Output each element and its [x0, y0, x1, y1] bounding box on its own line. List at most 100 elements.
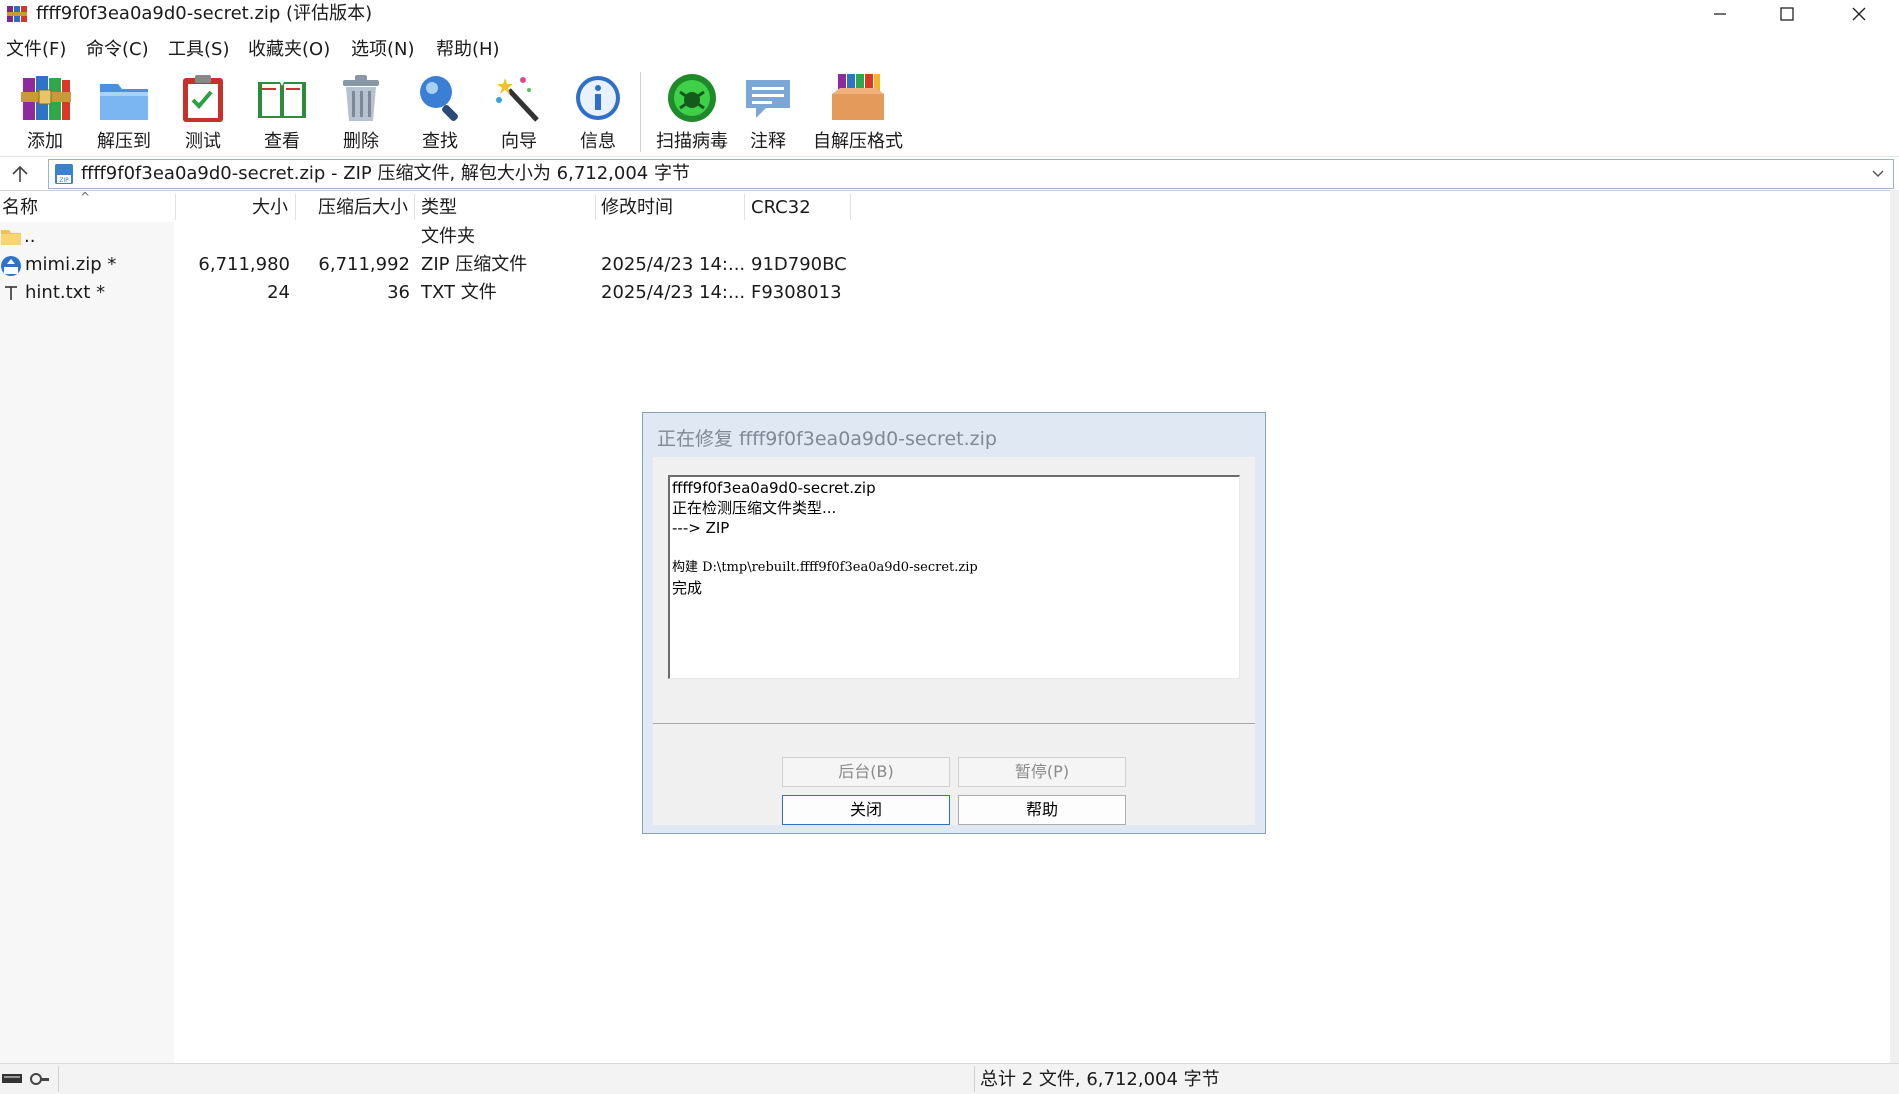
dialog-separator: [653, 723, 1255, 724]
log-line: ffff9f0f3ea0a9d0-secret.zip: [672, 479, 876, 497]
menu-file[interactable]: 文件(F): [6, 38, 66, 62]
column-divider[interactable]: [595, 194, 596, 220]
toolbar-separator: [640, 72, 641, 152]
find-button[interactable]: 查找: [400, 70, 480, 156]
col-name-header[interactable]: 名称: [2, 196, 38, 220]
pause-button[interactable]: 暂停(P): [958, 757, 1126, 787]
menu-favorites[interactable]: 收藏夹(O): [248, 38, 330, 62]
view-button[interactable]: 查看: [242, 70, 322, 156]
column-divider[interactable]: [850, 194, 851, 220]
status-bar: 总计 2 文件, 6,712,004 字节: [0, 1063, 1899, 1094]
svg-text:ZIP: ZIP: [59, 177, 69, 184]
info-label: 信息: [580, 131, 616, 152]
repair-dialog: 正在修复 ffff9f0f3ea0a9d0-secret.zip ffff9f0…: [642, 412, 1266, 834]
zip-archive-icon: ZIP: [55, 164, 73, 184]
file-modified: 2025/4/23 14:...: [601, 282, 746, 303]
column-divider[interactable]: [295, 194, 296, 220]
table-row[interactable]: mimi.zip * 6,711,980 6,711,992 ZIP 压缩文件 …: [0, 251, 860, 279]
test-button[interactable]: 测试: [163, 70, 243, 156]
info-button[interactable]: 信息: [558, 70, 638, 156]
log-line: 构建 D:\tmp\rebuilt.ffff9f0f3ea0a9d0-secre…: [672, 560, 978, 575]
file-type: 文件夹: [421, 226, 475, 247]
virus-scan-label: 扫描病毒: [656, 131, 728, 152]
close-icon: [1852, 7, 1866, 21]
delete-label: 删除: [343, 131, 379, 152]
dialog-title[interactable]: 正在修复 ffff9f0f3ea0a9d0-secret.zip: [657, 427, 997, 451]
log-line: 正在检测压缩文件类型...: [672, 499, 837, 517]
log-line: ---> ZIP: [672, 519, 730, 537]
menu-options[interactable]: 选项(N): [351, 38, 415, 62]
comment-icon: [746, 80, 790, 118]
col-packed-header[interactable]: 压缩后大小: [318, 196, 408, 220]
address-bar: ZIP ffff9f0f3ea0a9d0-secret.zip - ZIP 压缩…: [0, 157, 1899, 191]
maximize-icon: [1780, 7, 1794, 21]
drive-key-icon[interactable]: [2, 1071, 50, 1087]
status-divider: [58, 1066, 59, 1092]
name-column-background: [0, 222, 174, 1063]
repair-log[interactable]: ffff9f0f3ea0a9d0-secret.zip 正在检测压缩文件类型..…: [668, 475, 1240, 679]
column-headers: 名称 ^ 大小 压缩后大小 类型 修改时间 CRC32: [0, 190, 860, 222]
col-modified-header[interactable]: 修改时间: [601, 196, 673, 220]
menu-tools[interactable]: 工具(S): [168, 38, 229, 62]
help-button[interactable]: 帮助: [958, 795, 1126, 825]
file-crc: 91D790BC: [751, 254, 847, 275]
file-crc: F9308013: [751, 282, 842, 303]
file-packed-size: 36: [387, 282, 410, 303]
winrar-app-icon[interactable]: [6, 3, 28, 25]
books-add-icon: [21, 76, 71, 120]
text-file-icon: [5, 286, 17, 300]
col-crc-header[interactable]: CRC32: [751, 196, 811, 220]
file-type: ZIP 压缩文件: [421, 254, 528, 275]
chevron-down-icon[interactable]: [1869, 164, 1887, 182]
path-field[interactable]: ZIP ffff9f0f3ea0a9d0-secret.zip - ZIP 压缩…: [48, 159, 1894, 189]
test-label: 测试: [185, 131, 221, 152]
add-button[interactable]: 添加: [5, 70, 85, 156]
comment-label: 注释: [750, 131, 786, 152]
find-label: 查找: [422, 131, 458, 152]
close-window-button[interactable]: [1824, 0, 1894, 28]
file-packed-size: 6,711,992: [318, 254, 410, 275]
add-label: 添加: [27, 131, 63, 152]
minimize-button[interactable]: [1685, 0, 1755, 28]
table-row[interactable]: .. 文件夹: [0, 223, 860, 251]
file-name: ..: [24, 226, 36, 247]
vertical-scrollbar[interactable]: [1890, 190, 1899, 1063]
path-text: ffff9f0f3ea0a9d0-secret.zip - ZIP 压缩文件, …: [81, 163, 690, 184]
up-arrow-icon[interactable]: [8, 163, 32, 185]
trash-can-icon: [343, 75, 379, 121]
wizard-label: 向导: [501, 131, 537, 152]
comment-button[interactable]: 注释: [728, 70, 808, 156]
status-divider: [974, 1066, 975, 1092]
background-button[interactable]: 后台(B): [782, 757, 950, 787]
delete-button[interactable]: 删除: [321, 70, 401, 156]
col-type-header[interactable]: 类型: [421, 196, 457, 220]
magic-wand-icon: [496, 77, 539, 122]
toolbar: 添加 解压到 测试 查看 删除 查找 向导 信息 扫描病毒 注释 自解压格式: [0, 68, 1899, 157]
virus-scan-icon: [668, 74, 716, 122]
minimize-icon: [1714, 13, 1726, 15]
extract-to-button[interactable]: 解压到: [84, 70, 164, 156]
log-line: 完成: [672, 579, 703, 597]
file-size: 24: [267, 282, 290, 303]
extract-to-label: 解压到: [97, 131, 151, 152]
file-type: TXT 文件: [421, 282, 497, 303]
status-summary: 总计 2 文件, 6,712,004 字节: [980, 1069, 1220, 1090]
menu-help[interactable]: 帮助(H): [436, 38, 500, 62]
sfx-button[interactable]: 自解压格式: [808, 70, 908, 156]
column-divider[interactable]: [744, 194, 745, 220]
zip-file-icon: [1, 256, 21, 276]
menu-commands[interactable]: 命令(C): [86, 38, 149, 62]
magnifier-icon: [420, 76, 458, 121]
dialog-body: ffff9f0f3ea0a9d0-secret.zip 正在检测压缩文件类型..…: [653, 457, 1255, 825]
table-row[interactable]: hint.txt * 24 36 TXT 文件 2025/4/23 14:...…: [0, 279, 860, 307]
virus-scan-button[interactable]: 扫描病毒: [647, 70, 737, 156]
file-modified: 2025/4/23 14:...: [601, 254, 746, 275]
col-size-header[interactable]: 大小: [252, 196, 288, 220]
column-divider[interactable]: [414, 194, 415, 220]
wizard-button[interactable]: 向导: [479, 70, 559, 156]
close-button[interactable]: 关闭: [782, 795, 950, 825]
info-icon: [576, 76, 620, 120]
column-divider[interactable]: [175, 194, 176, 220]
maximize-button[interactable]: [1752, 0, 1822, 28]
file-size: 6,711,980: [198, 254, 290, 275]
